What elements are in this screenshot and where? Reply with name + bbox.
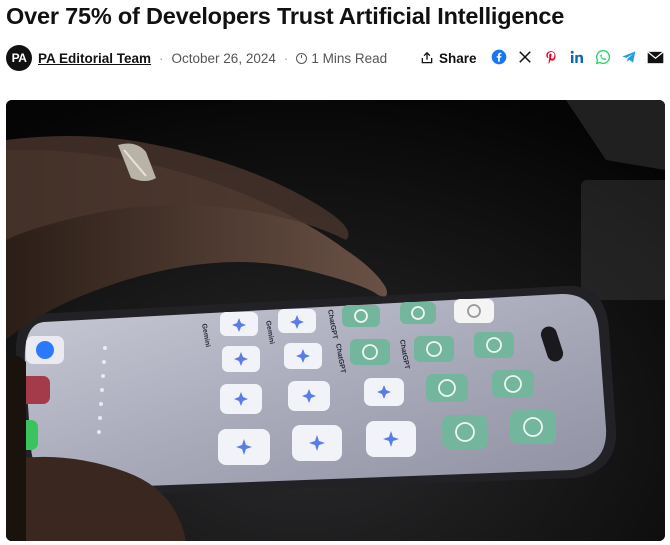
whatsapp-icon[interactable] [594, 48, 612, 66]
article-meta: PA PA Editorial Team · October 26, 2024 … [6, 44, 666, 72]
separator-dot: · [283, 50, 289, 66]
pinterest-icon[interactable] [542, 48, 560, 66]
share-icons [490, 48, 670, 66]
article-title: Over 75% of Developers Trust Artificial … [6, 3, 565, 29]
hero-image: Gemini Gemini ChatGPT ChatGPT ChatGPT [6, 100, 665, 541]
read-time: 1 Mins Read [311, 50, 388, 66]
author-link[interactable]: PA Editorial Team [38, 51, 151, 66]
clock-icon [296, 52, 308, 64]
publish-date: October 26, 2024 [171, 50, 276, 66]
facebook-icon[interactable] [490, 48, 508, 66]
share-icon [421, 51, 433, 64]
share-button[interactable]: Share [420, 44, 477, 72]
x-icon[interactable] [516, 48, 534, 66]
separator-dot: · [159, 50, 164, 66]
email-icon[interactable] [646, 48, 664, 66]
share-label: Share [439, 50, 477, 66]
linkedin-icon[interactable] [568, 48, 586, 66]
telegram-icon[interactable] [620, 48, 638, 66]
hero-illustration: Gemini Gemini ChatGPT ChatGPT ChatGPT [6, 100, 665, 541]
author-avatar[interactable]: PA [6, 45, 32, 71]
